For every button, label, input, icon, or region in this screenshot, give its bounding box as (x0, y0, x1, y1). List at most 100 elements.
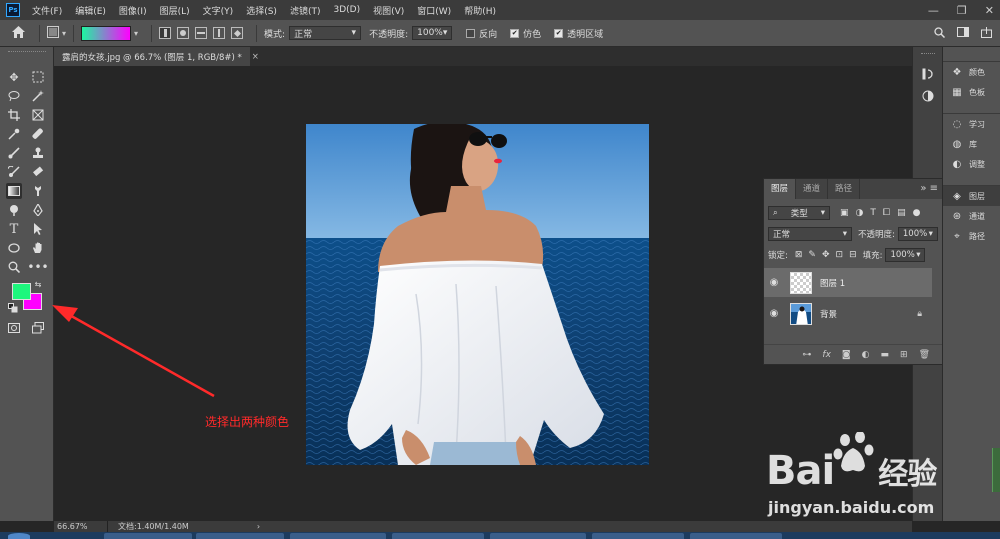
reflected-gradient-button[interactable] (213, 27, 226, 39)
smudge-tool-icon[interactable] (30, 183, 46, 199)
foreground-color-swatch[interactable] (12, 283, 31, 300)
restore-button[interactable]: ❐ (957, 4, 967, 17)
history-brush-tool-icon[interactable] (6, 164, 22, 180)
magic-wand-tool-icon[interactable] (30, 88, 46, 104)
default-colors-icon[interactable] (8, 303, 18, 313)
type-tool-icon[interactable]: T (6, 221, 22, 237)
adjustment-layer-icon[interactable]: ◐ (862, 350, 870, 360)
share-icon[interactable] (981, 26, 992, 41)
document-tab[interactable]: 露肩的女孩.jpg @ 66.7% (图层 1, RGB/8#) * × (54, 47, 259, 66)
menu-filter[interactable]: 滤镜(T) (290, 4, 321, 17)
diamond-gradient-button[interactable] (231, 27, 244, 39)
link-layers-icon[interactable]: ⊶ (802, 350, 811, 360)
minimize-button[interactable]: — (928, 4, 939, 17)
dock-item-libraries[interactable]: ◍ 库 (943, 134, 1000, 154)
dock-item-learn[interactable]: ◌ 学习 (943, 114, 1000, 134)
taskbar-app[interactable] (690, 533, 782, 539)
panel-menu-icon[interactable]: » ≡ (920, 179, 938, 199)
brush-tool-icon[interactable] (6, 145, 22, 161)
new-layer-icon[interactable]: ⊞ (900, 350, 908, 360)
menu-file[interactable]: 文件(F) (32, 4, 62, 17)
reverse-check-box[interactable] (466, 28, 476, 38)
layer-row-background[interactable]: ◉ 背景 🔒︎ (764, 299, 932, 328)
folder-icon[interactable]: ▬ (881, 350, 890, 360)
transparency-checkbox[interactable]: ✔ 透明区域 (554, 27, 607, 40)
move-tool-icon[interactable]: ✥ (6, 69, 22, 85)
menu-help[interactable]: 帮助(H) (464, 4, 496, 17)
close-icon[interactable]: × (252, 52, 259, 62)
fill-input[interactable]: 100% ▾ (885, 248, 926, 262)
layer-opacity-input[interactable]: 100% ▾ (897, 227, 938, 241)
adjustment-filter-icon[interactable]: ◑ (856, 208, 864, 218)
menu-image[interactable]: 图像(I) (119, 4, 147, 17)
dock-item-adjustments[interactable]: ◐ 调整 (943, 154, 1000, 174)
toolbar-grip[interactable] (8, 51, 46, 57)
add-mask-icon[interactable]: ◙ (842, 350, 851, 360)
blend-mode-select[interactable]: 正常 ▾ (768, 227, 852, 241)
filter-toggle-icon[interactable]: ● (913, 208, 921, 218)
taskbar-app[interactable] (196, 533, 284, 539)
reverse-checkbox[interactable]: 反向 (466, 27, 501, 40)
quick-mask-icon[interactable] (6, 320, 22, 336)
tab-channels[interactable]: 通道 (796, 179, 829, 199)
layer-filter-select[interactable]: ⌕ 类型 ▾ (768, 206, 830, 220)
menu-window[interactable]: 窗口(W) (417, 4, 451, 17)
lock-artboard-icon[interactable]: ⊡ (836, 250, 844, 260)
menu-type[interactable]: 文字(Y) (203, 4, 234, 17)
menu-layer[interactable]: 图层(L) (160, 4, 190, 17)
tab-paths[interactable]: 路径 (828, 179, 861, 199)
chevron-down-icon[interactable]: ▾ (62, 29, 66, 38)
menu-3d[interactable]: 3D(D) (333, 5, 360, 15)
shape-filter-icon[interactable]: ⧠ (883, 208, 890, 218)
fx-icon[interactable]: fx (822, 350, 831, 360)
type-filter-icon[interactable]: T (870, 208, 876, 218)
dither-checkbox[interactable]: ✔ 仿色 (510, 27, 545, 40)
radial-gradient-button[interactable] (177, 27, 190, 39)
zoom-tool-icon[interactable] (6, 259, 22, 275)
mode-select[interactable]: 正常 ▾ (289, 26, 362, 40)
ellipse-tool-icon[interactable] (6, 240, 22, 256)
screen-mode-icon[interactable] (30, 320, 46, 336)
taskbar-app[interactable] (490, 533, 586, 539)
dither-check-box[interactable]: ✔ (510, 28, 520, 38)
linear-gradient-button[interactable] (159, 27, 172, 39)
lock-position-icon[interactable]: ✥ (822, 250, 830, 260)
tab-layers[interactable]: 图层 (764, 179, 797, 199)
start-button[interactable] (8, 533, 30, 539)
lock-image-icon[interactable]: ✎ (808, 250, 816, 260)
clone-stamp-tool-icon[interactable] (30, 145, 46, 161)
close-window-button[interactable]: ✕ (985, 4, 994, 17)
dodge-tool-icon[interactable] (6, 202, 22, 218)
dock-item-swatches[interactable]: ▦ 色板 (943, 82, 1000, 102)
opacity-input[interactable]: 100% ▾ (412, 26, 453, 40)
dock-item-layers[interactable]: ◈ 图层 (943, 186, 1000, 206)
dock-item-color[interactable]: ❖ 颜色 (943, 62, 1000, 82)
zoom-level[interactable]: 66.67% (54, 521, 108, 532)
crop-tool-icon[interactable] (6, 107, 22, 123)
gradient-preset-icon[interactable] (47, 25, 59, 41)
canvas-image[interactable] (306, 124, 649, 465)
gradient-picker-chevron-icon[interactable]: ▾ (134, 29, 138, 38)
pixel-filter-icon[interactable]: ▣ (840, 208, 849, 218)
lasso-tool-icon[interactable] (6, 88, 22, 104)
menu-select[interactable]: 选择(S) (246, 4, 277, 17)
frame-tool-icon[interactable] (30, 107, 46, 123)
search-icon[interactable] (934, 26, 946, 41)
healing-brush-tool-icon[interactable] (30, 126, 46, 142)
angle-gradient-button[interactable] (195, 27, 208, 39)
pen-tool-icon[interactable] (30, 202, 46, 218)
dock-item-paths[interactable]: ⌖ 路径 (943, 226, 1000, 246)
status-menu-chevron-icon[interactable]: › (257, 522, 260, 531)
trash-icon[interactable]: 🗑︎ (919, 350, 930, 360)
menu-view[interactable]: 视图(V) (373, 4, 404, 17)
taskbar-app[interactable] (592, 533, 684, 539)
gradient-tool-icon[interactable] (6, 183, 22, 199)
marquee-tool-icon[interactable] (30, 69, 46, 85)
lock-all-icon[interactable]: ⊟ (849, 250, 857, 260)
eraser-tool-icon[interactable] (30, 164, 46, 180)
eye-icon[interactable]: ◉ (764, 277, 784, 288)
taskbar-app[interactable] (392, 533, 484, 539)
side-handle[interactable] (992, 448, 1000, 492)
taskbar-app[interactable] (104, 533, 192, 539)
dock-item-channels[interactable]: ⊛ 通道 (943, 206, 1000, 226)
